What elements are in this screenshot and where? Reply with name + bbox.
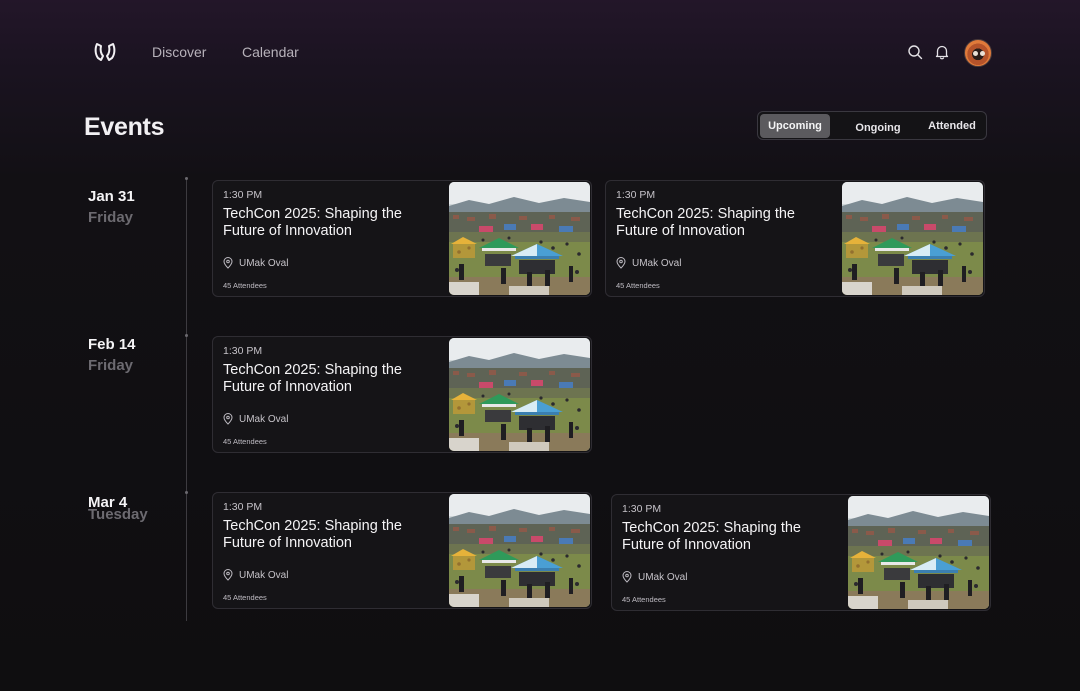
- group-date: Feb 14: [88, 336, 136, 353]
- event-time: 1:30 PM: [223, 345, 263, 357]
- map-pin-icon: [622, 571, 632, 583]
- avatar-eye-right: [980, 51, 985, 56]
- event-time: 1:30 PM: [223, 501, 263, 513]
- group-day: Tuesday: [88, 506, 148, 523]
- bell-icon[interactable]: [934, 44, 950, 60]
- tab-ongoing[interactable]: Ongoing: [848, 116, 908, 140]
- event-title: TechCon 2025: Shaping the Future of Inno…: [616, 206, 795, 239]
- group-date: Jan 31: [88, 188, 135, 205]
- event-title: TechCon 2025: Shaping the Future of Inno…: [223, 518, 402, 551]
- map-pin-icon: [223, 569, 233, 581]
- event-attendees: 45 Attendees: [622, 595, 666, 604]
- event-photo: [842, 182, 983, 295]
- top-navigation-bar: Discover Calendar: [0, 0, 1080, 100]
- timeline-line: [186, 178, 187, 621]
- event-time: 1:30 PM: [622, 503, 662, 515]
- event-photo: [848, 496, 989, 609]
- group-day: Friday: [88, 209, 134, 226]
- event-location: UMak Oval: [239, 258, 289, 269]
- event-photo: [449, 182, 590, 295]
- page-title: Events: [84, 113, 165, 141]
- hands-logo-icon[interactable]: [94, 42, 116, 62]
- event-attendees: 45 Attendees: [223, 593, 267, 602]
- event-card[interactable]: 1:30 PM TechCon 2025: Shaping the Future…: [605, 180, 985, 297]
- group-day: Friday: [88, 357, 134, 374]
- search-icon[interactable]: [907, 44, 923, 60]
- event-card[interactable]: 1:30 PM TechCon 2025: Shaping the Future…: [212, 180, 592, 297]
- map-pin-icon: [223, 257, 233, 269]
- event-card[interactable]: 1:30 PM TechCon 2025: Shaping the Future…: [212, 492, 592, 609]
- event-location: UMak Oval: [638, 572, 688, 583]
- event-title: TechCon 2025: Shaping the Future of Inno…: [223, 362, 402, 395]
- nav-calendar-link[interactable]: Calendar: [242, 44, 299, 60]
- event-time: 1:30 PM: [616, 189, 656, 201]
- event-attendees: 45 Attendees: [223, 281, 267, 290]
- tab-attended[interactable]: Attended: [922, 114, 982, 138]
- event-location: UMak Oval: [632, 258, 682, 269]
- event-location: UMak Oval: [239, 570, 289, 581]
- event-photo: [449, 494, 590, 607]
- event-title: TechCon 2025: Shaping the Future of Inno…: [223, 206, 402, 239]
- event-photo: [449, 338, 590, 451]
- avatar-eye-left: [973, 51, 978, 56]
- tab-upcoming[interactable]: Upcoming: [760, 114, 830, 138]
- nav-discover-link[interactable]: Discover: [152, 44, 206, 60]
- event-title: TechCon 2025: Shaping the Future of Inno…: [622, 520, 801, 553]
- event-location: UMak Oval: [239, 414, 289, 425]
- event-attendees: 45 Attendees: [223, 437, 267, 446]
- timeline-marker: [185, 334, 188, 337]
- timeline-marker: [185, 491, 188, 494]
- event-attendees: 45 Attendees: [616, 281, 660, 290]
- avatar[interactable]: [964, 39, 992, 67]
- event-filter-tabs: Upcoming Ongoing Attended: [757, 111, 987, 140]
- timeline-marker: [185, 177, 188, 180]
- map-pin-icon: [616, 257, 626, 269]
- event-card[interactable]: 1:30 PM TechCon 2025: Shaping the Future…: [611, 494, 991, 611]
- map-pin-icon: [223, 413, 233, 425]
- event-time: 1:30 PM: [223, 189, 263, 201]
- event-card[interactable]: 1:30 PM TechCon 2025: Shaping the Future…: [212, 336, 592, 453]
